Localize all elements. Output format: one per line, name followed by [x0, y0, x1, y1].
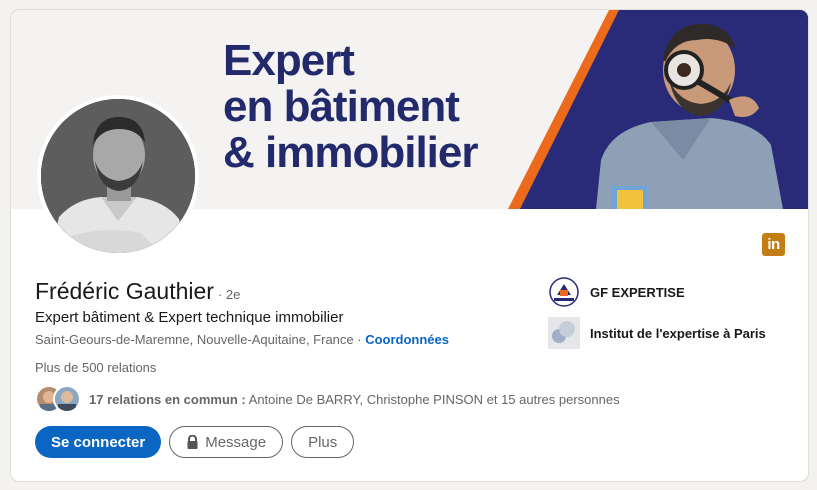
connection-degree: · 2e: [217, 287, 241, 302]
mutual-names: Antoine De BARRY, Christophe PINSON et 1…: [245, 391, 620, 407]
linkedin-badge-icon[interactable]: in: [762, 233, 785, 256]
gf-expertise-logo-icon: [548, 276, 580, 308]
company-name: Institut de l'expertise à Paris: [590, 325, 766, 341]
contact-info-link[interactable]: Coordonnées: [365, 332, 449, 347]
banner-line-2: en bâtiment: [223, 82, 460, 131]
profile-card: Expert en bâtiment & immobilier in Frédé…: [10, 9, 809, 482]
lock-icon: [187, 435, 198, 449]
experience-summary: GF EXPERTISE Institut de l'expertise à P…: [548, 275, 766, 357]
mutual-connections-text: 17 relations en commun : Antoine De BARR…: [89, 392, 620, 407]
profile-avatar[interactable]: [37, 95, 199, 257]
message-button[interactable]: Message: [169, 426, 284, 458]
profile-headline: Expert bâtiment & Expert technique immob…: [35, 309, 344, 326]
mutual-avatars: [35, 384, 83, 414]
relations-count[interactable]: Plus de 500 relations: [35, 360, 156, 375]
profile-location: Saint-Geours-de-Maremne, Nouvelle-Aquita…: [35, 332, 354, 347]
mutual-avatar: [53, 385, 81, 413]
location-separator: ·: [353, 332, 366, 347]
banner-line-3: & immobilier: [223, 128, 478, 177]
company-gf-expertise[interactable]: GF EXPERTISE: [548, 275, 766, 309]
message-button-label: Message: [205, 433, 267, 451]
institut-logo-icon: [548, 317, 580, 349]
profile-location-row: Saint-Geours-de-Maremne, Nouvelle-Aquita…: [35, 332, 449, 347]
company-name: GF EXPERTISE: [590, 284, 685, 300]
banner-headline: Expert en bâtiment & immobilier: [223, 38, 478, 176]
mutual-connections[interactable]: 17 relations en commun : Antoine De BARR…: [35, 384, 620, 414]
banner-line-1: Expert: [223, 36, 355, 85]
profile-actions: Se connecter Message Plus: [35, 426, 355, 458]
avatar-photo: [41, 99, 195, 253]
more-button[interactable]: Plus: [291, 426, 355, 458]
name-row: Frédéric Gauthier · 2e: [35, 278, 240, 305]
mutual-count: 17 relations en commun :: [89, 391, 246, 407]
profile-name: Frédéric Gauthier: [35, 278, 214, 304]
connect-button[interactable]: Se connecter: [35, 426, 162, 458]
company-institut-expertise[interactable]: Institut de l'expertise à Paris: [548, 316, 766, 350]
